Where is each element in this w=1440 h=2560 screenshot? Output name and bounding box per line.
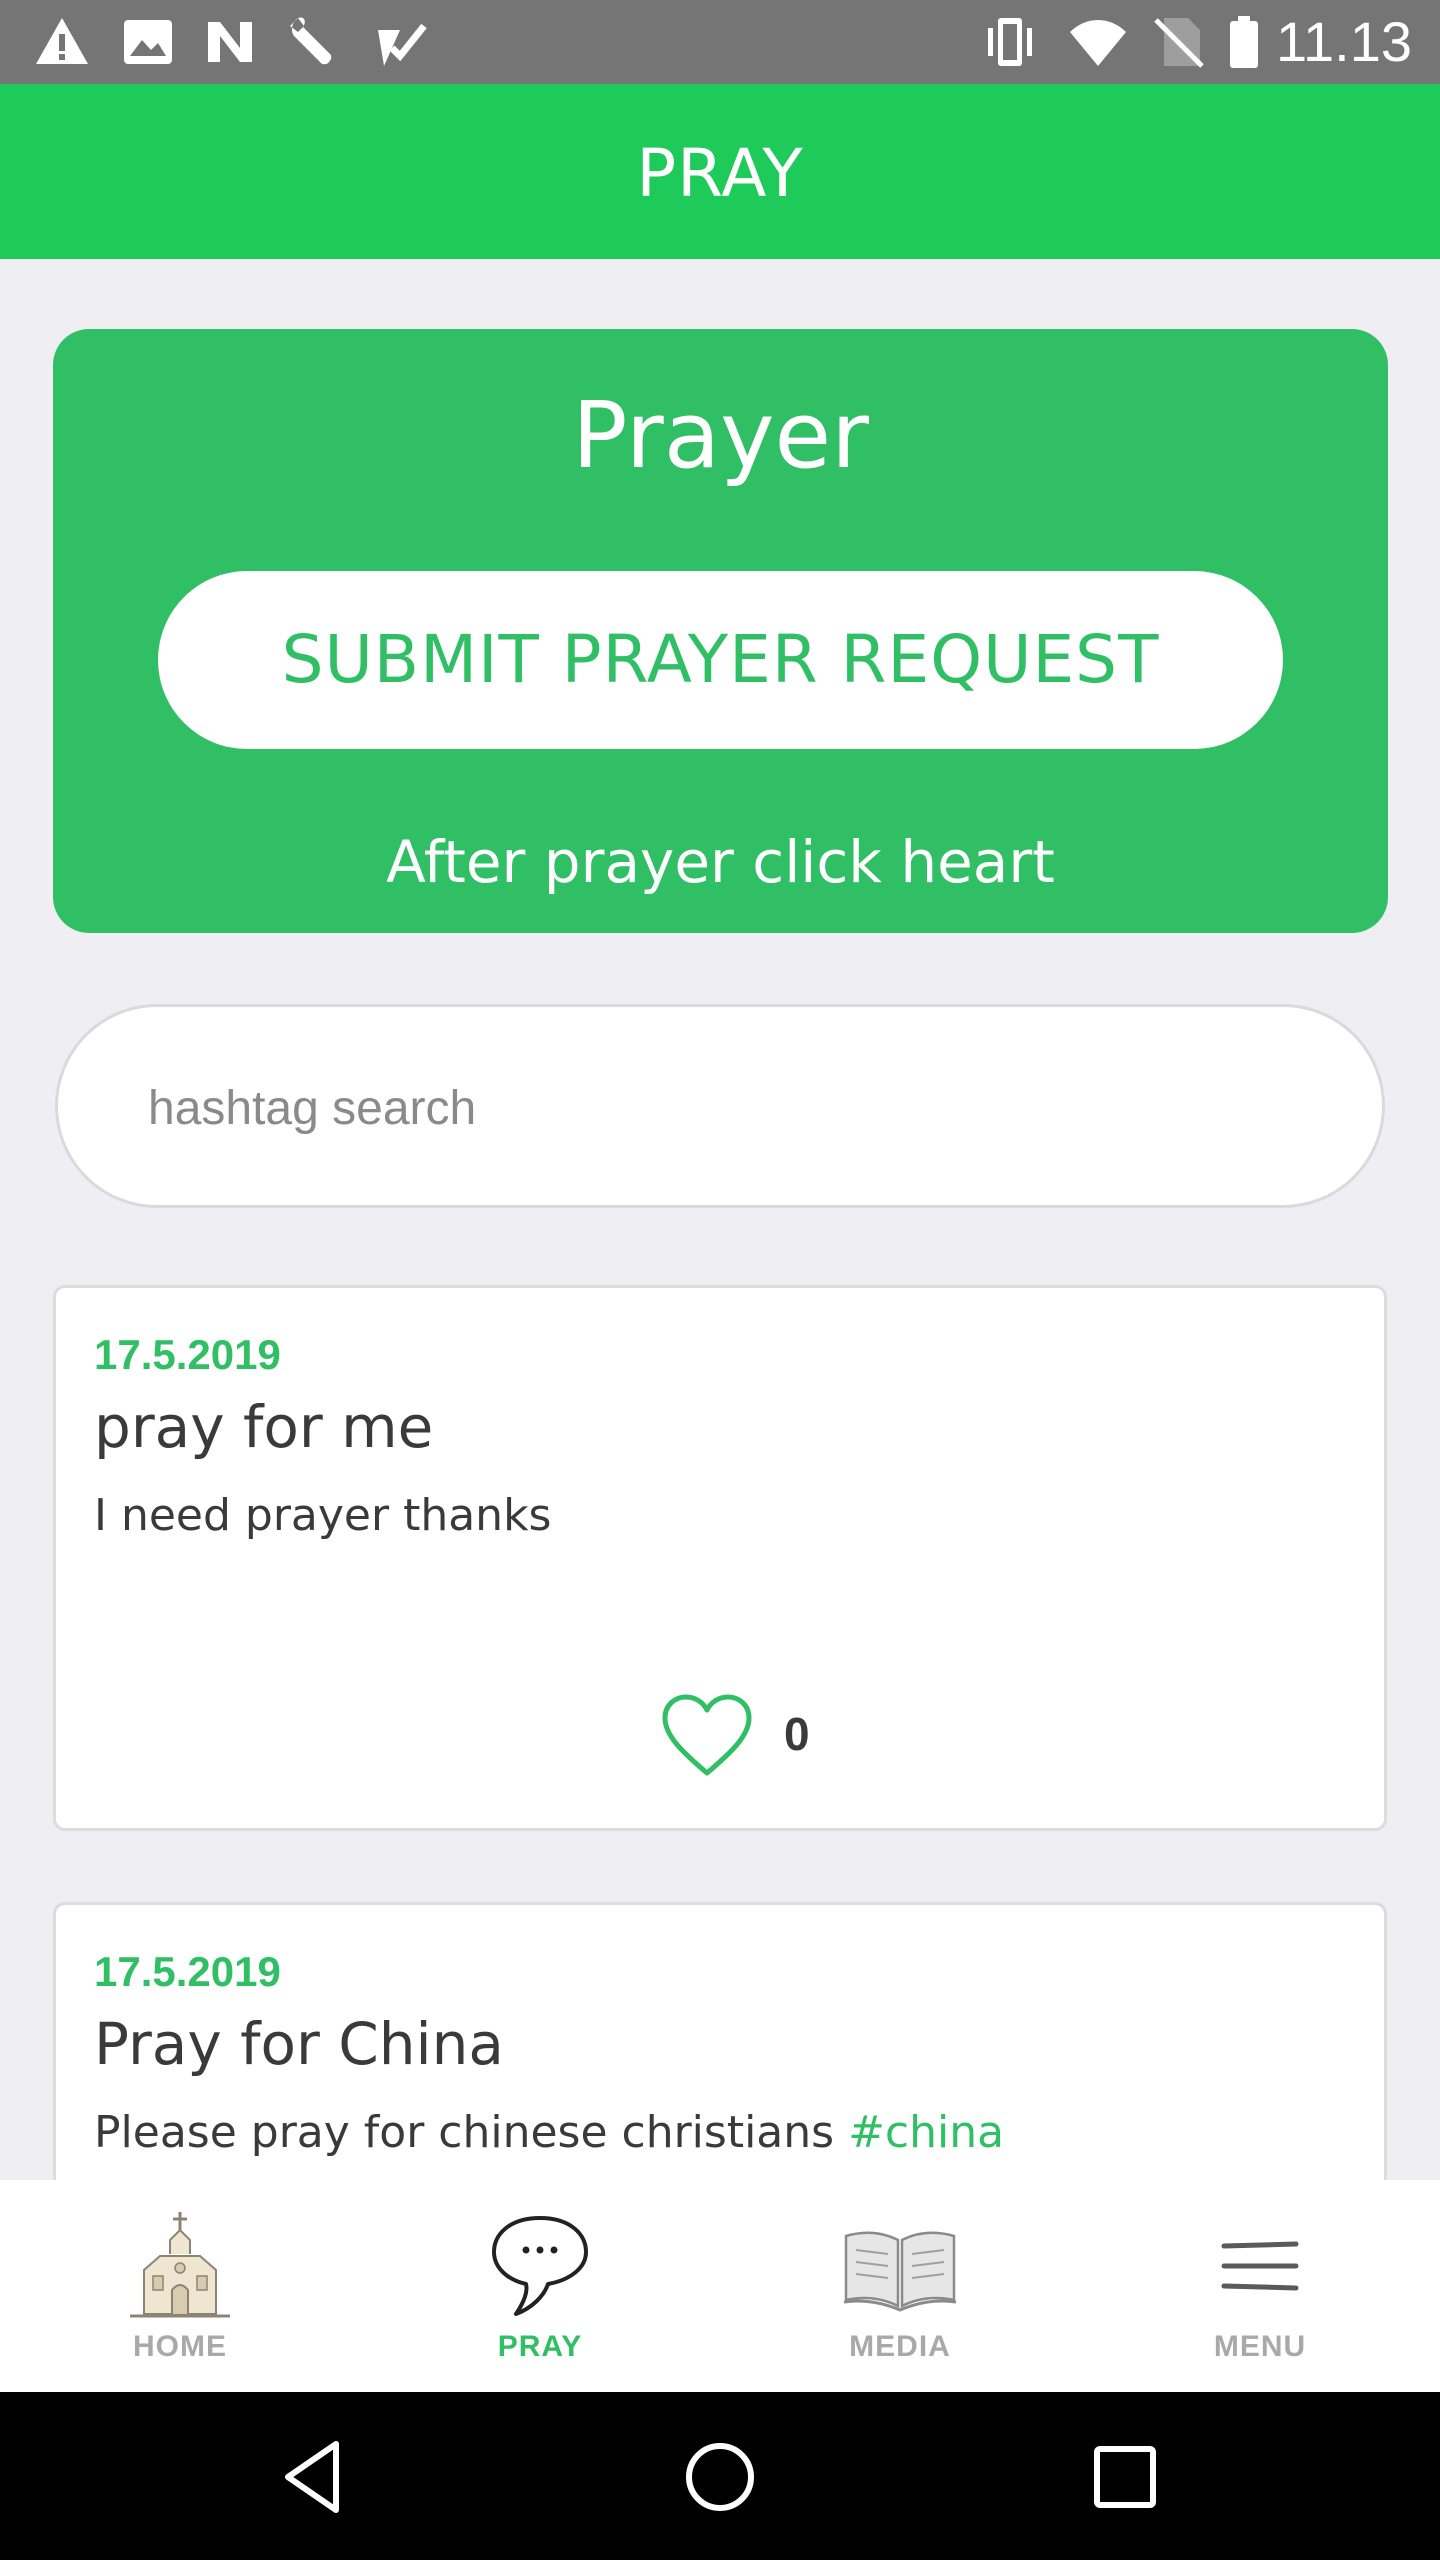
post-body-text: I need prayer thanks (94, 1490, 552, 1541)
like-count: 0 (784, 1708, 810, 1760)
open-book-icon (843, 2231, 957, 2312)
post-hashtag[interactable]: #china (848, 2107, 1004, 2158)
image-icon (124, 20, 172, 64)
bottom-navigation: HOME PRAY MEDIA MENU (0, 2180, 1440, 2392)
heart-icon[interactable] (661, 1693, 753, 1779)
battery-icon (1230, 16, 1258, 68)
nav-label-media: MEDIA (849, 2330, 951, 2363)
post-body: Please pray for chinese christians #chin… (94, 2105, 1004, 2161)
home-circle-icon[interactable] (675, 2432, 765, 2522)
nav-item-menu[interactable]: MENU (1080, 2180, 1440, 2392)
wifi-icon (1070, 20, 1126, 66)
menu-icon (1221, 2241, 1299, 2291)
post-body-text: Please pray for chinese christians (94, 2107, 849, 2158)
app-bar: PRAY (0, 84, 1440, 259)
status-time: 11.13 (1276, 10, 1412, 73)
submit-prayer-request-button[interactable]: SUBMIT PRAYER REQUEST (158, 571, 1283, 749)
prayer-header-card: Prayer SUBMIT PRAYER REQUEST After praye… (53, 329, 1388, 933)
post-title: Pray for China (94, 2010, 504, 2078)
status-bar: 11.13 (0, 0, 1440, 84)
back-icon[interactable] (270, 2432, 360, 2522)
nav-item-media[interactable]: MEDIA (720, 2180, 1080, 2392)
vibrate-icon (988, 18, 1032, 66)
prayer-heading: Prayer (572, 382, 869, 489)
warning-icon (36, 18, 88, 64)
hashtag-search-input[interactable] (146, 1059, 1250, 1157)
post-title: pray for me (94, 1393, 434, 1461)
post-date: 17.5.2019 (94, 1331, 281, 1378)
recents-square-icon[interactable] (1080, 2432, 1170, 2522)
hashtag-search-box[interactable] (55, 1004, 1385, 1208)
prayer-hint-text: After prayer click heart (386, 828, 1055, 896)
page-title: PRAY (636, 135, 804, 212)
n-icon (208, 22, 252, 62)
speech-bubble-icon (492, 2216, 588, 2316)
wrench-icon (290, 17, 332, 65)
nav-label-home: HOME (133, 2330, 227, 2363)
nav-label-pray: PRAY (497, 2330, 583, 2363)
nav-label-menu: MENU (1213, 2330, 1307, 2363)
nav-item-home[interactable]: HOME (0, 2180, 360, 2392)
prayer-post-card: 17.5.2019 pray for me I need prayer than… (53, 1285, 1387, 1831)
post-body: I need prayer thanks (94, 1488, 551, 1544)
prayer-feed[interactable]: Prayer SUBMIT PRAYER REQUEST After praye… (0, 259, 1440, 2180)
post-date: 17.5.2019 (94, 1948, 281, 1995)
nav-item-pray[interactable]: PRAY (360, 2180, 720, 2392)
church-icon (130, 2212, 230, 2318)
check-icon (378, 23, 427, 66)
no-sim-icon (1154, 18, 1204, 68)
prayer-post-card: 17.5.2019 Pray for China Please pray for… (53, 1902, 1387, 2180)
system-navigation-bar (0, 2392, 1440, 2560)
